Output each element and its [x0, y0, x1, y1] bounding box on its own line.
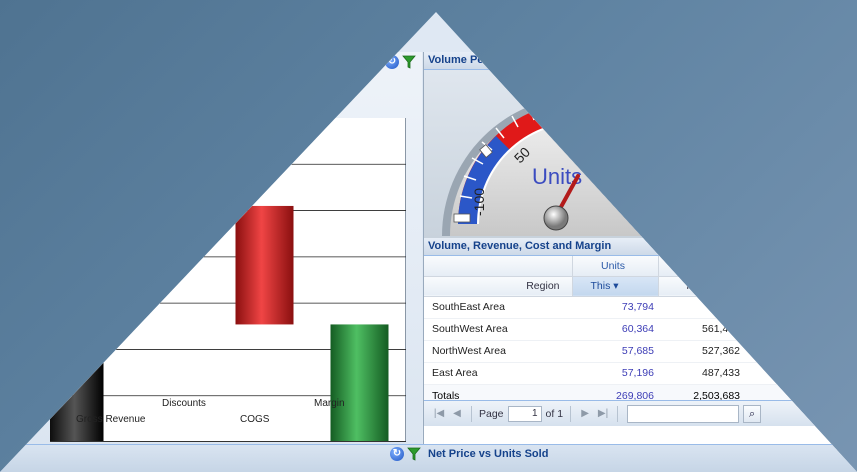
header-units[interactable]: Units	[572, 256, 659, 277]
units-cell: 57,196	[572, 362, 658, 385]
gauge-panel-title: Volume Pe	[428, 54, 484, 66]
table-row[interactable]: NorthWest Area 57,685 527,362	[424, 340, 854, 363]
header-this-units[interactable]: This ▾	[572, 276, 659, 297]
region-cell: NorthWest Area	[424, 340, 572, 363]
filter-icon[interactable]	[407, 447, 421, 461]
prev-page-icon[interactable]: ◀	[450, 408, 464, 419]
extra-cell	[744, 318, 854, 341]
header-spacer	[424, 256, 573, 277]
pager-separator	[617, 405, 619, 422]
pager-separator	[570, 405, 572, 422]
bottom-panel-header: ↻ Net Price vs Units Sold	[0, 444, 857, 472]
filter-icon[interactable]	[402, 55, 416, 69]
x-tick-label-margin: Margin	[314, 398, 345, 409]
bottom-toolbar: ↻	[390, 447, 421, 461]
waterfall-chart	[50, 163, 406, 442]
table-row[interactable]: SouthWest Area 60,364 561,498	[424, 318, 854, 341]
header-this-net[interactable]: Th	[658, 276, 745, 297]
region-cell: East Area	[424, 362, 572, 385]
first-page-icon[interactable]: |◀	[432, 408, 446, 419]
refresh-icon[interactable]: ↻	[385, 55, 399, 69]
x-tick-label-cogs: COGS	[240, 414, 270, 425]
extra-cell	[744, 340, 854, 363]
page-number-input[interactable]: 1	[507, 405, 542, 422]
gauge-panel-header: Volume Pe	[424, 52, 857, 70]
gauge-tick-label-min: -100	[471, 188, 487, 216]
header-extra	[744, 256, 855, 277]
units-gauge: -100 50 Units	[442, 96, 722, 236]
x-tick-label-discounts: Discounts	[162, 398, 206, 409]
units-gauge-panel: -100 50 Units	[424, 70, 857, 240]
units-cell: 73,794	[572, 296, 658, 319]
units-cell: 57,685	[572, 340, 658, 363]
waterfall-chart-panel: ↻ Gross Revenue Discounts COGS Margin	[0, 52, 422, 444]
header-net[interactable]: N	[658, 256, 745, 277]
gauge-hub	[543, 205, 569, 231]
page-label: Page	[479, 407, 504, 420]
last-page-icon[interactable]: ▶|	[596, 408, 610, 419]
chart-toolbar: ↻	[385, 55, 416, 69]
net-cell: 527,362	[658, 340, 744, 363]
table-row[interactable]: SouthEast Area 73,794 709	[424, 296, 854, 319]
header-extra-sub	[744, 276, 855, 297]
extra-cell	[744, 362, 854, 385]
units-cell: 60,364	[572, 318, 658, 341]
volume-grid: Units N Region This ▾ Th SouthEast Area	[424, 256, 855, 408]
chart-plot-area	[50, 118, 406, 442]
region-cell: SouthEast Area	[424, 296, 572, 319]
extra-cell	[744, 296, 854, 319]
refresh-icon[interactable]: ↻	[390, 447, 404, 461]
grid-panel-header: Volume, Revenue, Cost and Margin	[424, 238, 857, 256]
net-cell: 561,498	[658, 318, 744, 341]
pager-separator	[471, 405, 472, 422]
net-cell: 487,433	[658, 362, 744, 385]
region-cell: SouthWest Area	[424, 318, 572, 341]
header-region[interactable]: Region	[424, 276, 573, 297]
table-row[interactable]: East Area 57,196 487,433	[424, 362, 854, 385]
search-icon[interactable]: ⌕	[743, 404, 762, 423]
right-column: Volume Pe -100 50 Units Volume, Revenue,…	[423, 52, 857, 472]
x-tick-label-gross-revenue: Gross Revenue	[76, 414, 146, 425]
grid-panel-title: Volume, Revenue, Cost and Margin	[428, 240, 612, 252]
grid-search-input[interactable]	[627, 404, 740, 423]
net-cell: 709	[658, 296, 744, 319]
grid-pager: |◀ ◀ Page 1 of 1 ▶ ▶| ⌕	[424, 400, 857, 426]
page-count-label: of 1	[545, 407, 564, 420]
waterfall-bar-cogs[interactable]	[235, 205, 294, 325]
bottom-panel-title: Net Price vs Units Sold	[428, 448, 549, 460]
dashboard-viewport: ↻ Gross Revenue Discounts COGS Margin Vo…	[0, 12, 857, 472]
waterfall-bar-gross-revenue[interactable]	[50, 205, 104, 442]
next-page-icon[interactable]: ▶	[578, 408, 592, 419]
waterfall-bar-margin[interactable]	[330, 324, 389, 442]
